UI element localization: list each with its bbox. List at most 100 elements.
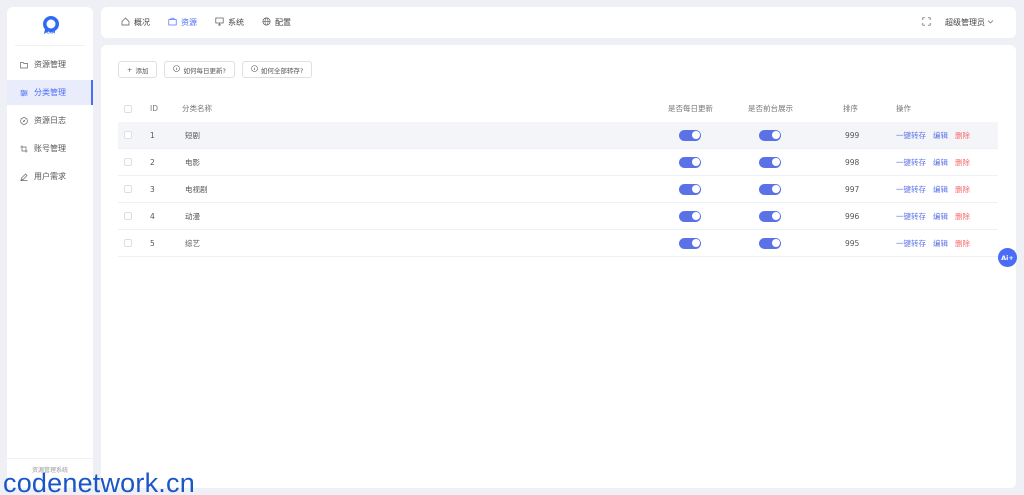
transfer-link[interactable]: 一键转存 [896,238,926,249]
col-sort: 排序 [843,104,858,113]
cell-id: 3 [150,184,155,194]
folder-icon [20,61,28,69]
edit-link[interactable]: 编辑 [933,211,948,222]
table-row: 3 电视剧 997 一键转存 编辑 删除 [118,176,998,203]
delete-link[interactable]: 删除 [955,184,970,195]
toolbar: + 添加 如何每日更新? 如何全部转存? [118,61,313,78]
sidebar-item-label: 分类管理 [34,88,66,97]
front-show-toggle[interactable] [759,237,781,249]
sidebar-item-label: 资源管理 [34,60,66,69]
header-right: 超级管理员 [922,7,994,38]
user-menu[interactable]: 超级管理员 [945,17,994,28]
cell-sort: 996 [845,211,860,221]
table-row: 5 综艺 995 一键转存 编辑 删除 [118,230,998,257]
edit-link[interactable]: 编辑 [933,130,948,141]
edit-link[interactable]: 编辑 [933,184,948,195]
top-nav: 概况 资源 系统 配置 超级管理员 [101,7,1016,38]
table-row: 4 动漫 996 一键转存 编辑 删除 [118,203,998,230]
row-checkbox[interactable] [124,158,132,166]
logo-text: CRM [47,31,56,35]
daily-update-help-button[interactable]: 如何每日更新? [164,61,235,78]
sidebar-item-categories[interactable]: 分类管理 [7,80,93,105]
col-front-show: 是否前台展示 [748,104,793,113]
home-icon [121,17,130,28]
sidebar-item-label: 资源日志 [34,116,66,125]
front-show-toggle[interactable] [759,210,781,222]
transfer-link[interactable]: 一键转存 [896,211,926,222]
col-name: 分类名称 [182,104,212,113]
tab-resources[interactable]: 资源 [168,7,197,38]
transfer-link[interactable]: 一键转存 [896,130,926,141]
sidebar-item-label: 用户需求 [34,172,66,181]
daily-update-toggle[interactable] [679,156,701,168]
select-all-checkbox[interactable] [124,104,132,113]
tab-config[interactable]: 配置 [262,7,291,38]
row-checkbox[interactable] [124,239,132,247]
logo-icon[interactable]: CRM [41,15,61,35]
edit-link[interactable]: 编辑 [933,238,948,249]
daily-update-toggle[interactable] [679,129,701,141]
monitor-icon [215,17,224,28]
divider [15,45,85,46]
add-button[interactable]: + 添加 [118,61,158,78]
transfer-link[interactable]: 一键转存 [896,184,926,195]
row-checkbox[interactable] [124,131,132,139]
row-checkbox[interactable] [124,212,132,220]
delete-link[interactable]: 删除 [955,130,970,141]
daily-update-toggle[interactable] [679,237,701,249]
watermark: codenetwork.cn [3,468,195,495]
sidebar-item-resources[interactable]: 资源管理 [7,52,93,77]
globe-icon [262,17,271,28]
briefcase-icon [168,17,177,28]
info-icon [173,65,181,74]
delete-link[interactable]: 删除 [955,157,970,168]
transfer-link[interactable]: 一键转存 [896,157,926,168]
delete-link[interactable]: 删除 [955,238,970,249]
front-show-toggle[interactable] [759,156,781,168]
sliders-icon [20,89,28,97]
cell-name: 动漫 [185,211,200,221]
tab-overview[interactable]: 概况 [121,7,150,38]
compass-icon [20,116,28,125]
info-icon [251,65,258,74]
cell-sort: 998 [845,157,860,167]
daily-update-toggle[interactable] [679,210,701,222]
front-show-toggle[interactable] [759,129,781,141]
daily-update-help-label: 如何每日更新? [183,66,226,75]
sidebar: CRM 资源管理 分类管理 资源日志 账号管理 用户需求 资源管理系统 [7,7,93,488]
cell-name: 短剧 [185,130,200,140]
cell-name: 电视剧 [185,184,208,194]
row-checkbox[interactable] [124,185,132,193]
crop-icon [20,145,28,153]
front-show-toggle[interactable] [759,183,781,195]
sidebar-item-accounts[interactable]: 账号管理 [7,136,93,161]
daily-update-toggle[interactable] [679,183,701,195]
col-daily-update: 是否每日更新 [668,104,713,113]
ai-assistant-button[interactable]: Ai+ [998,248,1017,267]
tab-label: 系统 [228,18,244,27]
cell-id: 2 [150,157,155,167]
pen-icon [20,173,28,181]
chevron-down-icon [987,18,994,27]
cell-sort: 995 [845,238,860,248]
delete-link[interactable]: 删除 [955,211,970,222]
cell-name: 电影 [185,157,200,167]
sidebar-item-logs[interactable]: 资源日志 [7,108,93,133]
table-row: 2 电影 998 一键转存 编辑 删除 [118,149,998,176]
transfer-all-help-button[interactable]: 如何全部转存? [241,61,313,78]
table-row: 1 短剧 999 一键转存 编辑 删除 [118,122,998,149]
user-name: 超级管理员 [945,18,985,27]
edit-link[interactable]: 编辑 [933,157,948,168]
tab-label: 配置 [275,18,291,27]
cell-id: 5 [150,238,155,248]
plus-icon: + [127,65,133,74]
tab-label: 资源 [181,18,197,27]
cell-name: 综艺 [185,238,200,248]
cell-sort: 999 [845,130,860,140]
cell-sort: 997 [845,184,860,194]
category-table: ID 分类名称 是否每日更新 是否前台展示 排序 操作 1 短剧 999 一键转存 编辑… [118,95,998,257]
cell-id: 1 [150,130,155,140]
sidebar-item-requests[interactable]: 用户需求 [7,164,93,189]
fullscreen-icon[interactable] [922,17,931,28]
tab-system[interactable]: 系统 [215,7,244,38]
